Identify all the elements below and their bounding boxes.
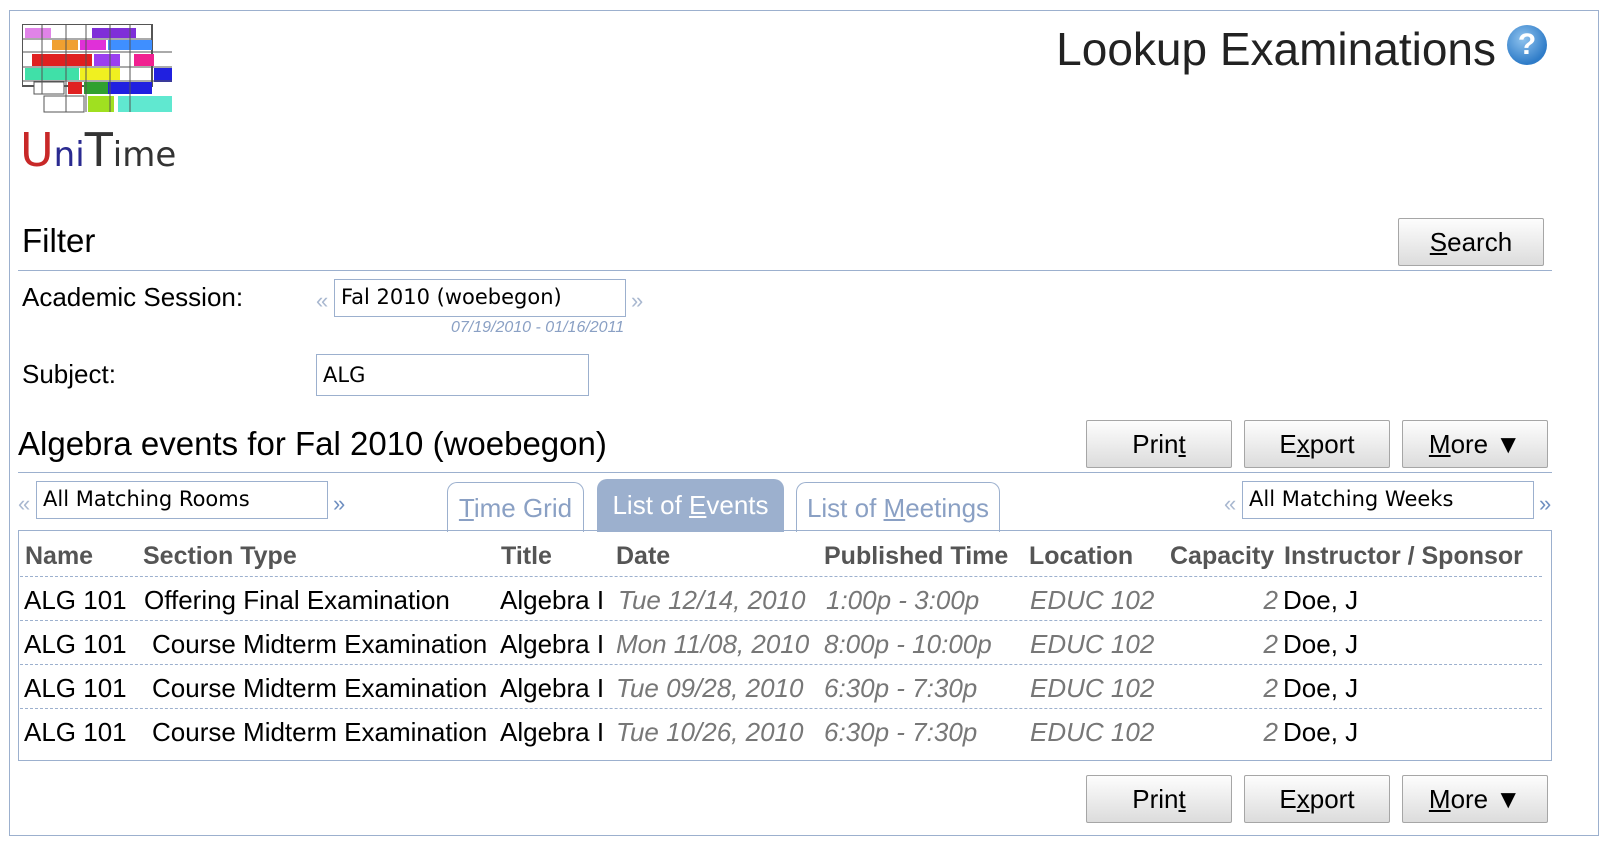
column-header-section-type[interactable]: Section Type [143, 542, 297, 571]
header-divider [20, 576, 1542, 577]
print-button[interactable]: Print [1086, 420, 1232, 468]
table-cell-section-type: Course Midterm Examination [152, 717, 488, 747]
unitime-logo-text: UniTime [20, 123, 177, 177]
export-button-bottom[interactable]: Export [1244, 775, 1390, 823]
table-cell-title: Algebra I [500, 629, 605, 659]
table-cell-name: ALG 101 [24, 629, 127, 659]
search-button[interactable]: Search [1398, 218, 1544, 266]
table-cell-date: Tue 10/26, 2010 [616, 717, 804, 747]
table-cell-instructor: Doe, J [1283, 629, 1359, 659]
table-cell-capacity: 2 [1263, 673, 1278, 703]
weeks-filter[interactable]: All Matching Weeks [1242, 481, 1534, 519]
table-cell-time: 6:30p - 7:30p [824, 673, 978, 703]
table-cell-location: EDUC 102 [1030, 585, 1155, 615]
table-cell-title: Algebra I [500, 585, 605, 615]
table-cell-time: 1:00p - 3:00p [826, 585, 980, 615]
table-cell-date: Tue 09/28, 2010 [616, 673, 804, 703]
rooms-next-arrow[interactable]: » [333, 491, 345, 517]
row-divider [20, 708, 1542, 709]
help-icon[interactable]: ? [1507, 25, 1547, 65]
subject-label: Subject: [22, 359, 116, 389]
table-cell-title: Algebra I [500, 717, 605, 747]
table-cell-section-type: Course Midterm Examination [152, 629, 488, 659]
table-cell-time: 8:00p - 10:00p [824, 629, 992, 659]
subject-input[interactable]: ALG [316, 354, 589, 396]
rooms-prev-arrow[interactable]: « [18, 491, 30, 517]
column-header-date[interactable]: Date [616, 542, 670, 571]
table-cell-name: ALG 101 [24, 585, 127, 615]
column-header-capacity[interactable]: Capacity [1170, 542, 1274, 571]
table-cell-section-type: Offering Final Examination [144, 585, 450, 615]
table-cell-section-type: Course Midterm Examination [152, 673, 488, 703]
session-date-range: 07/19/2010 - 01/16/2011 [451, 319, 625, 336]
table-cell-location: EDUC 102 [1030, 673, 1155, 703]
table-cell-name: ALG 101 [24, 673, 127, 703]
results-heading: Algebra events for Fal 2010 (woebegon) [18, 425, 607, 462]
tab-time-grid[interactable]: Time Grid [447, 482, 584, 532]
print-button-bottom[interactable]: Print [1086, 775, 1232, 823]
table-cell-instructor: Doe, J [1283, 673, 1359, 703]
weeks-next-arrow[interactable]: » [1539, 491, 1551, 517]
filter-heading: Filter [22, 222, 96, 259]
tab-list-of-events[interactable]: List of Events [597, 479, 784, 532]
column-header-location[interactable]: Location [1029, 542, 1133, 571]
filter-divider [18, 270, 1552, 271]
academic-session-label: Academic Session: [22, 282, 244, 312]
more-button-bottom[interactable]: More ▼ [1402, 775, 1548, 823]
table-cell-instructor: Doe, J [1283, 585, 1359, 615]
table-cell-location: EDUC 102 [1030, 717, 1155, 747]
session-prev-arrow[interactable]: « [316, 288, 328, 314]
column-header-instructor[interactable]: Instructor / Sponsor [1284, 542, 1523, 571]
table-cell-date: Mon 11/08, 2010 [616, 629, 810, 659]
row-divider [20, 664, 1542, 665]
weeks-prev-arrow[interactable]: « [1224, 491, 1236, 517]
table-cell-title: Algebra I [500, 673, 605, 703]
page-title: Lookup Examinations [1056, 23, 1496, 75]
export-button[interactable]: Export [1244, 420, 1390, 468]
column-header-published-time[interactable]: Published Time [824, 542, 1008, 571]
session-next-arrow[interactable]: » [631, 288, 643, 314]
row-divider [20, 620, 1542, 621]
table-cell-time: 6:30p - 7:30p [824, 717, 978, 747]
table-cell-name: ALG 101 [24, 717, 127, 747]
more-button[interactable]: More ▼ [1402, 420, 1548, 468]
table-cell-capacity: 2 [1263, 629, 1278, 659]
column-header-title[interactable]: Title [501, 542, 552, 571]
tab-list-of-meetings[interactable]: List of Meetings [796, 482, 1000, 532]
table-cell-date: Tue 12/14, 2010 [618, 585, 806, 615]
table-cell-instructor: Doe, J [1283, 717, 1359, 747]
results-divider [18, 472, 1552, 473]
rooms-filter[interactable]: All Matching Rooms [36, 481, 328, 519]
table-cell-capacity: 2 [1263, 717, 1278, 747]
academic-session-field[interactable]: Fal 2010 (woebegon) [334, 279, 626, 317]
column-header-name[interactable]: Name [25, 542, 93, 571]
table-cell-location: EDUC 102 [1030, 629, 1155, 659]
unitime-logo [21, 23, 174, 121]
table-cell-capacity: 2 [1263, 585, 1278, 615]
